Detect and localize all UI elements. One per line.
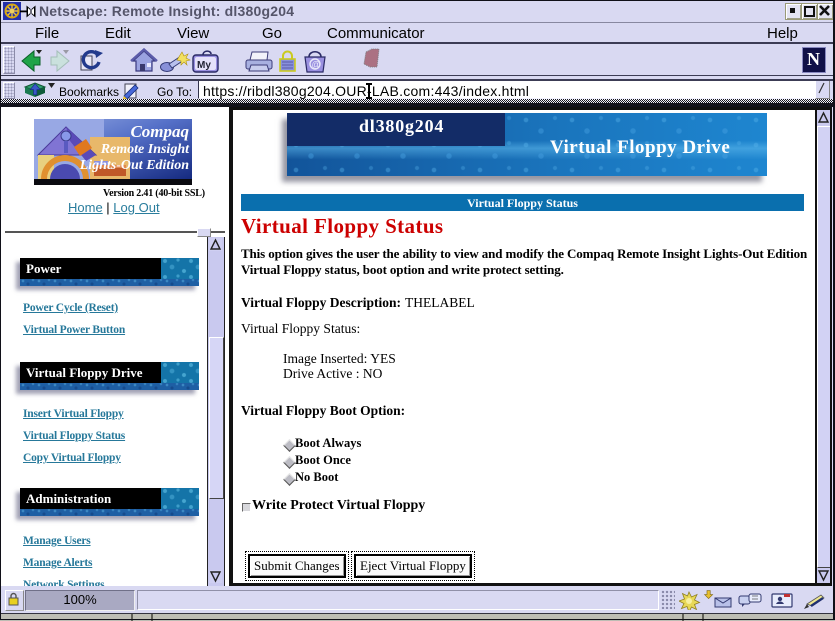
svg-text:My: My [197, 60, 211, 71]
svg-text:Remote Insight: Remote Insight [100, 142, 190, 157]
svg-text:Lights-Out Edition: Lights-Out Edition [79, 158, 190, 173]
svg-text:Compaq: Compaq [130, 122, 189, 141]
svg-text:@: @ [312, 60, 321, 70]
